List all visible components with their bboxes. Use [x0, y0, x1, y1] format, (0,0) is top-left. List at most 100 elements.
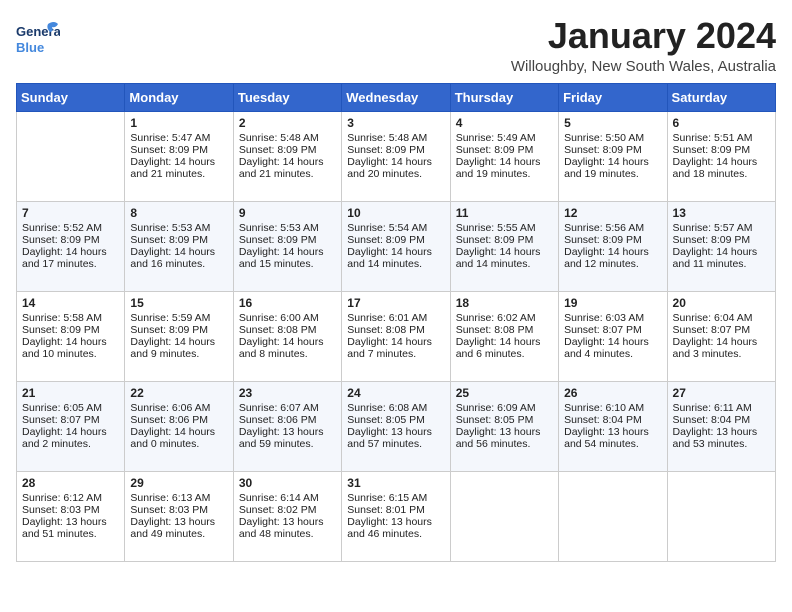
calendar-cell: 2Sunrise: 5:48 AMSunset: 8:09 PMDaylight…	[233, 111, 341, 201]
daylight: Daylight: 14 hours and 2 minutes.	[22, 426, 107, 450]
day-number: 30	[239, 476, 336, 490]
sunset: Sunset: 8:09 PM	[130, 144, 208, 156]
day-number: 26	[564, 386, 661, 400]
day-number: 13	[673, 206, 770, 220]
sunrise: Sunrise: 6:07 AM	[239, 402, 319, 414]
sunset: Sunset: 8:03 PM	[22, 504, 100, 516]
daylight: Daylight: 14 hours and 16 minutes.	[130, 246, 215, 270]
daylight: Daylight: 14 hours and 20 minutes.	[347, 156, 432, 180]
calendar-cell: 17Sunrise: 6:01 AMSunset: 8:08 PMDayligh…	[342, 291, 450, 381]
sunrise: Sunrise: 5:48 AM	[239, 132, 319, 144]
sunset: Sunset: 8:09 PM	[456, 144, 534, 156]
sunset: Sunset: 8:09 PM	[130, 324, 208, 336]
sunset: Sunset: 8:06 PM	[130, 414, 208, 426]
calendar-cell	[450, 471, 558, 561]
calendar-cell: 19Sunrise: 6:03 AMSunset: 8:07 PMDayligh…	[559, 291, 667, 381]
weekday-header-saturday: Saturday	[667, 83, 775, 111]
sunset: Sunset: 8:06 PM	[239, 414, 317, 426]
calendar-cell: 27Sunrise: 6:11 AMSunset: 8:04 PMDayligh…	[667, 381, 775, 471]
sunset: Sunset: 8:03 PM	[130, 504, 208, 516]
day-number: 23	[239, 386, 336, 400]
sunset: Sunset: 8:09 PM	[347, 234, 425, 246]
week-row-1: 1Sunrise: 5:47 AMSunset: 8:09 PMDaylight…	[17, 111, 776, 201]
daylight: Daylight: 14 hours and 15 minutes.	[239, 246, 324, 270]
day-number: 24	[347, 386, 444, 400]
sunset: Sunset: 8:08 PM	[456, 324, 534, 336]
calendar-cell: 22Sunrise: 6:06 AMSunset: 8:06 PMDayligh…	[125, 381, 233, 471]
daylight: Daylight: 14 hours and 4 minutes.	[564, 336, 649, 360]
sunrise: Sunrise: 5:50 AM	[564, 132, 644, 144]
daylight: Daylight: 13 hours and 57 minutes.	[347, 426, 432, 450]
sunrise: Sunrise: 6:15 AM	[347, 492, 427, 504]
day-number: 8	[130, 206, 227, 220]
daylight: Daylight: 14 hours and 21 minutes.	[130, 156, 215, 180]
sunrise: Sunrise: 5:47 AM	[130, 132, 210, 144]
day-number: 31	[347, 476, 444, 490]
sunrise: Sunrise: 5:55 AM	[456, 222, 536, 234]
calendar-cell: 25Sunrise: 6:09 AMSunset: 8:05 PMDayligh…	[450, 381, 558, 471]
sunrise: Sunrise: 5:48 AM	[347, 132, 427, 144]
day-number: 4	[456, 116, 553, 130]
day-number: 7	[22, 206, 119, 220]
day-number: 14	[22, 296, 119, 310]
sunset: Sunset: 8:02 PM	[239, 504, 317, 516]
calendar-cell	[17, 111, 125, 201]
calendar-cell: 13Sunrise: 5:57 AMSunset: 8:09 PMDayligh…	[667, 201, 775, 291]
day-number: 19	[564, 296, 661, 310]
calendar-cell: 9Sunrise: 5:53 AMSunset: 8:09 PMDaylight…	[233, 201, 341, 291]
day-number: 27	[673, 386, 770, 400]
daylight: Daylight: 14 hours and 9 minutes.	[130, 336, 215, 360]
week-row-4: 21Sunrise: 6:05 AMSunset: 8:07 PMDayligh…	[17, 381, 776, 471]
day-number: 29	[130, 476, 227, 490]
calendar-cell: 14Sunrise: 5:58 AMSunset: 8:09 PMDayligh…	[17, 291, 125, 381]
sunset: Sunset: 8:09 PM	[22, 234, 100, 246]
calendar-cell: 24Sunrise: 6:08 AMSunset: 8:05 PMDayligh…	[342, 381, 450, 471]
weekday-header-friday: Friday	[559, 83, 667, 111]
daylight: Daylight: 13 hours and 56 minutes.	[456, 426, 541, 450]
week-row-5: 28Sunrise: 6:12 AMSunset: 8:03 PMDayligh…	[17, 471, 776, 561]
header: General Blue January 2024 Willoughby, Ne…	[16, 16, 776, 75]
daylight: Daylight: 14 hours and 8 minutes.	[239, 336, 324, 360]
day-number: 17	[347, 296, 444, 310]
sunrise: Sunrise: 6:13 AM	[130, 492, 210, 504]
day-number: 6	[673, 116, 770, 130]
sunset: Sunset: 8:07 PM	[564, 324, 642, 336]
sunrise: Sunrise: 6:11 AM	[673, 402, 752, 414]
daylight: Daylight: 14 hours and 14 minutes.	[456, 246, 541, 270]
sunrise: Sunrise: 6:10 AM	[564, 402, 644, 414]
calendar-cell: 18Sunrise: 6:02 AMSunset: 8:08 PMDayligh…	[450, 291, 558, 381]
daylight: Daylight: 13 hours and 46 minutes.	[347, 516, 432, 540]
daylight: Daylight: 13 hours and 48 minutes.	[239, 516, 324, 540]
svg-text:Blue: Blue	[16, 40, 44, 55]
day-number: 2	[239, 116, 336, 130]
weekday-header-thursday: Thursday	[450, 83, 558, 111]
daylight: Daylight: 14 hours and 3 minutes.	[673, 336, 758, 360]
day-number: 22	[130, 386, 227, 400]
day-number: 11	[456, 206, 553, 220]
day-number: 9	[239, 206, 336, 220]
day-number: 10	[347, 206, 444, 220]
calendar-cell	[667, 471, 775, 561]
daylight: Daylight: 14 hours and 6 minutes.	[456, 336, 541, 360]
calendar-cell: 12Sunrise: 5:56 AMSunset: 8:09 PMDayligh…	[559, 201, 667, 291]
weekday-header-sunday: Sunday	[17, 83, 125, 111]
sunrise: Sunrise: 5:54 AM	[347, 222, 427, 234]
calendar-cell: 29Sunrise: 6:13 AMSunset: 8:03 PMDayligh…	[125, 471, 233, 561]
sunset: Sunset: 8:05 PM	[456, 414, 534, 426]
week-row-2: 7Sunrise: 5:52 AMSunset: 8:09 PMDaylight…	[17, 201, 776, 291]
sunset: Sunset: 8:09 PM	[456, 234, 534, 246]
sunrise: Sunrise: 6:12 AM	[22, 492, 102, 504]
daylight: Daylight: 13 hours and 59 minutes.	[239, 426, 324, 450]
sunrise: Sunrise: 5:52 AM	[22, 222, 102, 234]
logo-icon: General Blue	[16, 16, 60, 60]
sunset: Sunset: 8:04 PM	[564, 414, 642, 426]
calendar-cell: 26Sunrise: 6:10 AMSunset: 8:04 PMDayligh…	[559, 381, 667, 471]
daylight: Daylight: 14 hours and 18 minutes.	[673, 156, 758, 180]
calendar-cell: 4Sunrise: 5:49 AMSunset: 8:09 PMDaylight…	[450, 111, 558, 201]
sunrise: Sunrise: 5:57 AM	[673, 222, 753, 234]
calendar-cell: 6Sunrise: 5:51 AMSunset: 8:09 PMDaylight…	[667, 111, 775, 201]
calendar-cell: 20Sunrise: 6:04 AMSunset: 8:07 PMDayligh…	[667, 291, 775, 381]
sunset: Sunset: 8:09 PM	[673, 234, 751, 246]
day-number: 25	[456, 386, 553, 400]
calendar-cell: 8Sunrise: 5:53 AMSunset: 8:09 PMDaylight…	[125, 201, 233, 291]
